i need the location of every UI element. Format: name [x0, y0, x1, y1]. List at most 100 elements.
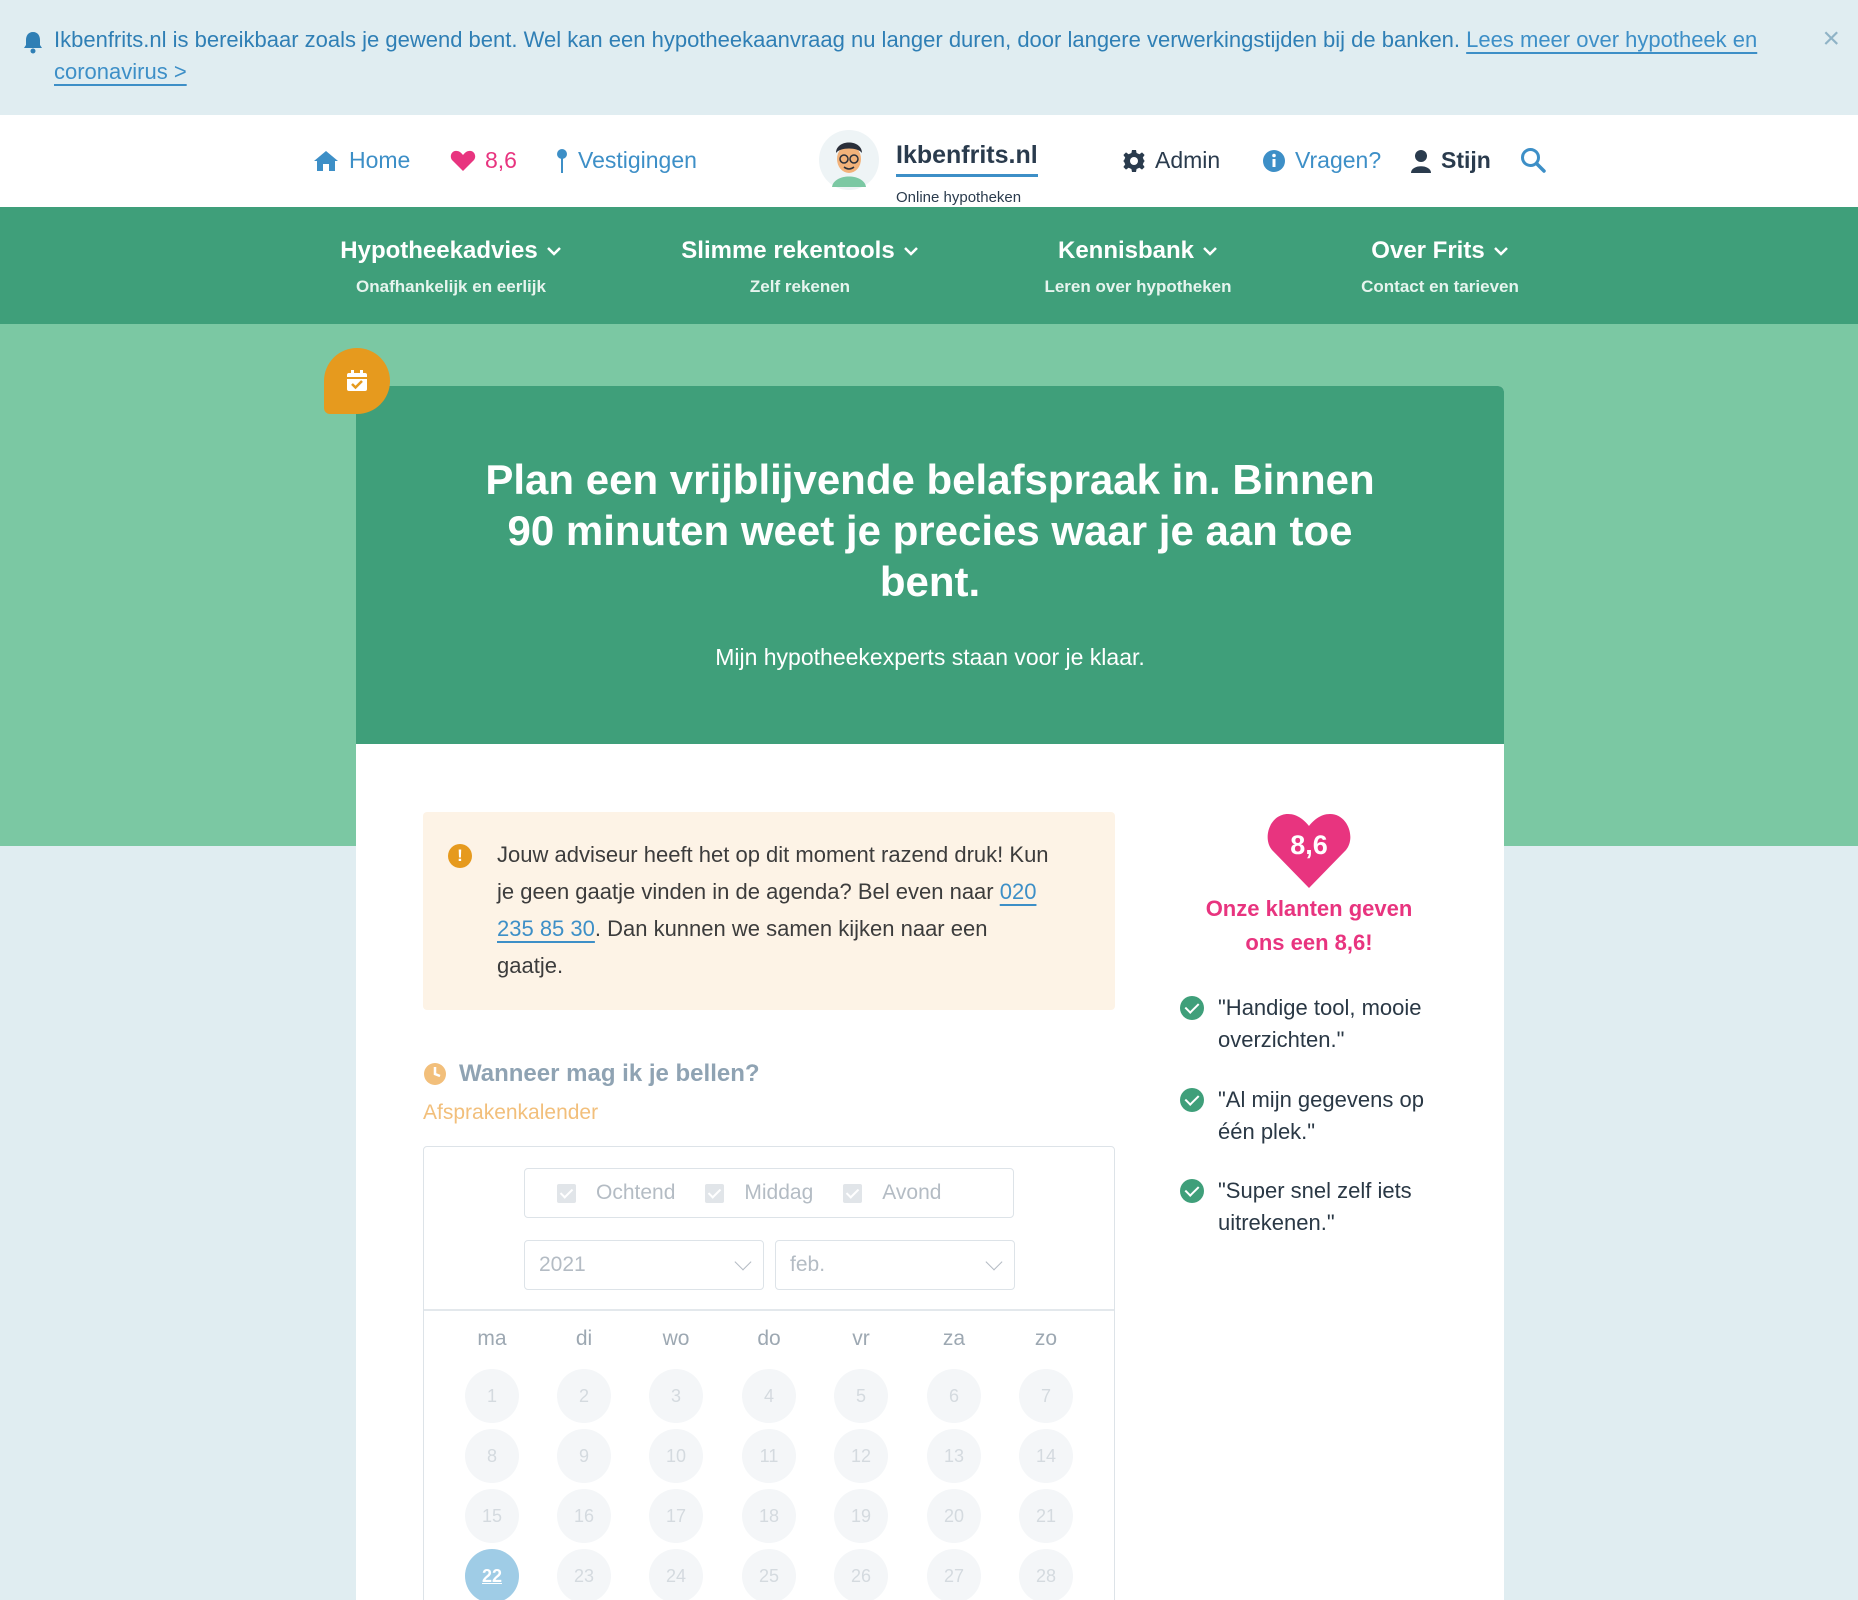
heart-icon — [450, 150, 476, 171]
main-navigation: Hypotheekadvies Onafhankelijk en eerlijk… — [0, 207, 1858, 324]
rating-score: 8,6 — [1290, 830, 1328, 860]
weekday-label: vr — [852, 1327, 870, 1350]
calendar-day[interactable]: 27 — [927, 1549, 981, 1600]
calendar-day[interactable]: 18 — [742, 1489, 796, 1543]
weekday-label: di — [575, 1327, 593, 1350]
busy-warning: ! Jouw adviseur heeft het op dit moment … — [423, 812, 1115, 1010]
daypart-label: Middag — [744, 1181, 814, 1204]
calendar-day[interactable]: 12 — [834, 1429, 888, 1483]
calendar-day-today[interactable]: 22 — [465, 1549, 519, 1600]
review-item: "Handige tool, mooie overzichten." — [1180, 992, 1438, 1056]
site-logo[interactable]: Ikbenfrits.nl Online hypotheken — [818, 129, 1038, 206]
daypart-filter: Ochtend Middag Avond — [524, 1168, 1014, 1218]
calendar-day[interactable]: 2 — [557, 1369, 611, 1423]
questions-label: Vragen? — [1295, 147, 1382, 173]
locations-label: Vestigingen — [578, 147, 697, 173]
gear-icon — [1123, 149, 1145, 172]
home-label: Home — [349, 147, 411, 173]
calendar-day[interactable]: 4 — [742, 1369, 796, 1423]
daypart-afternoon[interactable]: Middag — [705, 1181, 813, 1205]
nav-subtitle: Onafhankelijk en eerlijk — [356, 277, 546, 296]
notice-bar: Ikbenfrits.nl is bereikbaar zoals je gew… — [0, 0, 1858, 115]
calendar-day[interactable]: 9 — [557, 1429, 611, 1483]
calendar-day[interactable]: 5 — [834, 1369, 888, 1423]
warning-icon: ! — [448, 844, 472, 868]
calendar-day[interactable]: 23 — [557, 1549, 611, 1600]
calendar-day[interactable]: 3 — [649, 1369, 703, 1423]
close-icon[interactable]: × — [1822, 22, 1840, 56]
appointment-calendar: Ochtend Middag Avond 2021 feb. ma di wo … — [423, 1146, 1115, 1600]
nav-hypotheekadvies[interactable]: Hypotheekadvies Onafhankelijk en eerlijk — [320, 237, 582, 297]
nav-subtitle: Leren over hypotheken — [1044, 277, 1232, 296]
calendar-day[interactable]: 7 — [1019, 1369, 1073, 1423]
daypart-morning[interactable]: Ochtend — [557, 1181, 675, 1205]
admin-label: Admin — [1155, 147, 1221, 173]
checkbox[interactable] — [705, 1183, 725, 1203]
nav-title: Over Frits — [1371, 237, 1485, 264]
page-title: Plan een vrijblijvende belafspraak in. B… — [485, 456, 1375, 605]
scheduler-title: Wanneer mag ik je bellen? — [459, 1060, 760, 1087]
nav-subtitle: Zelf rekenen — [749, 277, 851, 296]
calendar-check-icon — [347, 370, 367, 391]
chevron-down-icon — [1493, 247, 1508, 256]
pin-icon — [557, 148, 567, 173]
weekday-label: wo — [662, 1327, 690, 1350]
admin-link[interactable]: Admin — [1122, 147, 1220, 174]
home-link[interactable]: Home — [312, 147, 410, 174]
calendar-day[interactable]: 1 — [465, 1369, 519, 1423]
chevron-down-icon — [1203, 247, 1217, 256]
nav-kennisbank[interactable]: Kennisbank Leren over hypotheken — [1025, 237, 1251, 297]
nav-rekentools[interactable]: Slimme rekentools Zelf rekenen — [660, 237, 940, 297]
warning-text: Jouw adviseur heeft het op dit moment ra… — [497, 836, 1057, 984]
scheduler-heading: Wanneer mag ik je bellen? — [423, 1060, 760, 1088]
year-select[interactable]: 2021 — [524, 1240, 764, 1290]
user-menu[interactable]: Stijn — [1410, 147, 1491, 174]
weekday-label: za — [942, 1327, 966, 1350]
checkbox[interactable] — [557, 1183, 576, 1203]
check-circle-icon — [1180, 1088, 1204, 1112]
calendar-divider — [424, 1309, 1114, 1311]
checkbox[interactable] — [843, 1183, 863, 1203]
calendar-day[interactable]: 6 — [927, 1369, 981, 1423]
home-icon — [314, 150, 338, 171]
check-circle-icon — [1180, 1179, 1204, 1203]
daypart-evening[interactable]: Avond — [843, 1181, 941, 1205]
calendar-day[interactable]: 21 — [1019, 1489, 1073, 1543]
rating-caption: Onze klanten geven ons een 8,6! — [1205, 896, 1413, 955]
rating-link[interactable]: 8,6 — [450, 147, 517, 174]
nav-title: Hypotheekadvies — [340, 237, 538, 264]
calendar-day[interactable]: 26 — [834, 1549, 888, 1600]
nav-over-frits[interactable]: Over Frits Contact en tarieven — [1338, 237, 1542, 297]
nav-title: Kennisbank — [1057, 237, 1195, 264]
info-icon — [1263, 149, 1285, 172]
calendar-day[interactable]: 16 — [557, 1489, 611, 1543]
weekday-label: zo — [1034, 1327, 1058, 1350]
calendar-badge — [324, 348, 390, 414]
questions-link[interactable]: Vragen? — [1262, 147, 1381, 174]
weekday-label: do — [757, 1327, 781, 1350]
calendar-day[interactable]: 24 — [649, 1549, 703, 1600]
calendar-day[interactable]: 20 — [927, 1489, 981, 1543]
notice-text: Ikbenfrits.nl is bereikbaar zoals je gew… — [54, 27, 1461, 52]
nav-subtitle: Contact en tarieven — [1361, 277, 1519, 296]
calendar-day[interactable]: 10 — [649, 1429, 703, 1483]
calendar-day[interactable]: 11 — [742, 1429, 796, 1483]
calendar-day[interactable]: 8 — [465, 1429, 519, 1483]
locations-link[interactable]: Vestigingen — [555, 147, 697, 174]
warning-text-before: Jouw adviseur heeft het op dit moment ra… — [497, 842, 1049, 904]
month-select[interactable]: feb. — [775, 1240, 1015, 1290]
review-quote: "Handige tool, mooie overzichten." — [1218, 995, 1422, 1052]
calendar-day[interactable]: 14 — [1019, 1429, 1073, 1483]
daypart-label: Avond — [882, 1181, 942, 1204]
calendar-day[interactable]: 17 — [649, 1489, 703, 1543]
calendar-day[interactable]: 25 — [742, 1549, 796, 1600]
rating-label: 8,6 — [485, 147, 517, 173]
nav-title: Slimme rekentools — [681, 237, 895, 264]
calendar-day[interactable]: 19 — [834, 1489, 888, 1543]
clock-icon — [424, 1063, 446, 1085]
search-button[interactable] — [1520, 147, 1546, 173]
calendar-day[interactable]: 15 — [465, 1489, 519, 1543]
top-header: Home 8,6 Vestigingen Ikbenfrits.nl Onlin… — [0, 115, 1858, 207]
calendar-day[interactable]: 28 — [1019, 1549, 1073, 1600]
calendar-day[interactable]: 13 — [927, 1429, 981, 1483]
